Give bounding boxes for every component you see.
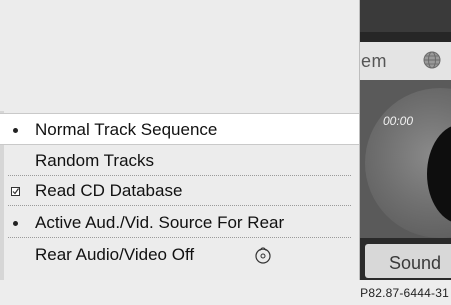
- background-top-bar: [359, 0, 451, 32]
- item-divider: [8, 205, 351, 206]
- disc-center: [427, 124, 451, 224]
- menu-item-read-cd-database[interactable]: Read CD Database: [0, 176, 359, 206]
- checkbox-checked-icon[interactable]: [11, 187, 20, 196]
- sound-button[interactable]: Sound: [365, 244, 451, 278]
- menu-item-normal-track-sequence[interactable]: Normal Track Sequence: [0, 113, 359, 145]
- menu-item-label: Rear Audio/Video Off: [35, 245, 195, 264]
- item-divider: [8, 237, 351, 238]
- display-screen: em 00:00 Sound Normal Track Sequence Ran…: [0, 0, 451, 280]
- sound-button-label: Sound: [389, 253, 442, 273]
- background-bottom-bar: Sound: [359, 238, 451, 280]
- selected-bullet-icon: [13, 221, 18, 226]
- elapsed-time: 00:00: [383, 114, 414, 128]
- options-menu: Normal Track Sequence Random Tracks Read…: [0, 0, 360, 280]
- background-media-screen: em 00:00 Sound: [359, 0, 451, 280]
- menu-item-label: Random Tracks: [35, 151, 155, 170]
- menu-item-random-tracks[interactable]: Random Tracks: [0, 146, 359, 176]
- disc-graphic: [365, 88, 451, 238]
- menu-item-label: Read CD Database: [35, 181, 183, 200]
- selected-bullet-icon: [13, 128, 18, 133]
- background-tab-label[interactable]: em: [361, 51, 387, 72]
- globe-icon[interactable]: [422, 50, 442, 70]
- menu-item-active-source-for-rear[interactable]: Active Aud./Vid. Source For Rear: [0, 208, 359, 238]
- background-tab-bar: em: [359, 42, 451, 80]
- media-artwork-area: 00:00: [359, 80, 451, 238]
- menu-empty-area: [0, 0, 359, 111]
- menu-item-label: Normal Track Sequence: [35, 120, 218, 139]
- menu-item-label: Active Aud./Vid. Source For Rear: [35, 213, 285, 232]
- figure-id: P82.87-6444-31: [360, 286, 449, 300]
- menu-item-rear-audio-video-off[interactable]: Rear Audio/Video Off: [0, 240, 359, 270]
- cd-icon: [255, 247, 271, 264]
